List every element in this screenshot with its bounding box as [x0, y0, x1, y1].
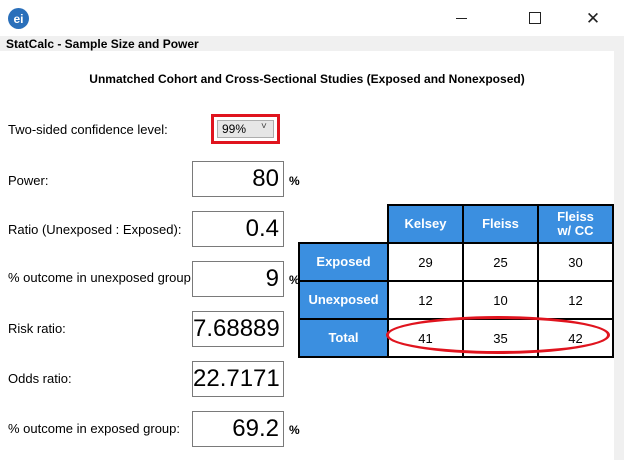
table-cell: 41 [387, 318, 464, 358]
table-header-row: Kelsey Fleiss Fleiss w/ CC [299, 204, 614, 244]
form-title: StatCalc - Sample Size and Power [6, 37, 199, 51]
column-header-fleiss-cc-line2: w/ CC [557, 223, 594, 238]
table-corner [299, 205, 388, 243]
minimize-button[interactable] [438, 0, 484, 36]
ratio-input[interactable]: 0.4 [192, 211, 284, 247]
table-cell: 12 [387, 280, 464, 320]
app-logo-icon: ei [8, 8, 29, 29]
row-header-unexposed: Unexposed [298, 280, 389, 320]
page-heading: Unmatched Cohort and Cross-Sectional Stu… [89, 72, 525, 86]
table-row: Exposed 29 25 30 [298, 242, 614, 282]
outcome-exposed-label: % outcome in exposed group: [8, 421, 180, 436]
ratio-label: Ratio (Unexposed : Exposed): [8, 222, 182, 237]
window-border [614, 51, 624, 460]
row-header-exposed: Exposed [298, 242, 389, 282]
table-cell: 29 [387, 242, 464, 282]
minimize-icon [455, 17, 467, 19]
power-label: Power: [8, 173, 49, 188]
outcome-exposed-unit: % [289, 423, 300, 437]
table-cell: 35 [462, 318, 539, 358]
outcome-unexposed-label: % outcome in unexposed group: [8, 270, 195, 285]
table-row-total: Total 41 35 42 [298, 318, 614, 358]
chevron-down-icon: ˅ [261, 121, 267, 132]
title-bar: ei ✕ [0, 0, 624, 36]
table-cell: 42 [537, 318, 614, 358]
column-header-fleiss: Fleiss [462, 204, 539, 244]
table-row: Unexposed 12 10 12 [298, 280, 614, 320]
odds-ratio-input[interactable]: 22.7171 [192, 361, 284, 397]
power-input[interactable]: 80 [192, 161, 284, 197]
table-cell: 30 [537, 242, 614, 282]
outcome-exposed-input[interactable]: 69.2 [192, 411, 284, 447]
maximize-button[interactable] [512, 0, 558, 36]
risk-ratio-label: Risk ratio: [8, 321, 66, 336]
column-header-fleiss-cc: Fleiss w/ CC [537, 204, 614, 244]
table-cell: 25 [462, 242, 539, 282]
odds-ratio-label: Odds ratio: [8, 371, 72, 386]
column-header-fleiss-cc-line1: Fleiss [557, 209, 594, 224]
row-header-total: Total [298, 318, 389, 358]
power-unit: % [289, 174, 300, 188]
confidence-highlight-box: 99% ˅ [211, 114, 280, 144]
confidence-select-value: 99% [222, 122, 247, 136]
close-icon: ✕ [585, 8, 601, 28]
table-cell: 12 [537, 280, 614, 320]
risk-ratio-input[interactable]: 7.68889 [192, 311, 284, 347]
close-button[interactable]: ✕ [570, 0, 616, 36]
outcome-unexposed-input[interactable]: 9 [192, 261, 284, 297]
results-table: Kelsey Fleiss Fleiss w/ CC Exposed 29 25 … [298, 204, 614, 358]
table-cell: 10 [462, 280, 539, 320]
confidence-select[interactable]: 99% ˅ [217, 120, 274, 138]
confidence-label: Two-sided confidence level: [8, 122, 168, 137]
column-header-kelsey: Kelsey [387, 204, 464, 244]
maximize-icon [529, 12, 541, 24]
